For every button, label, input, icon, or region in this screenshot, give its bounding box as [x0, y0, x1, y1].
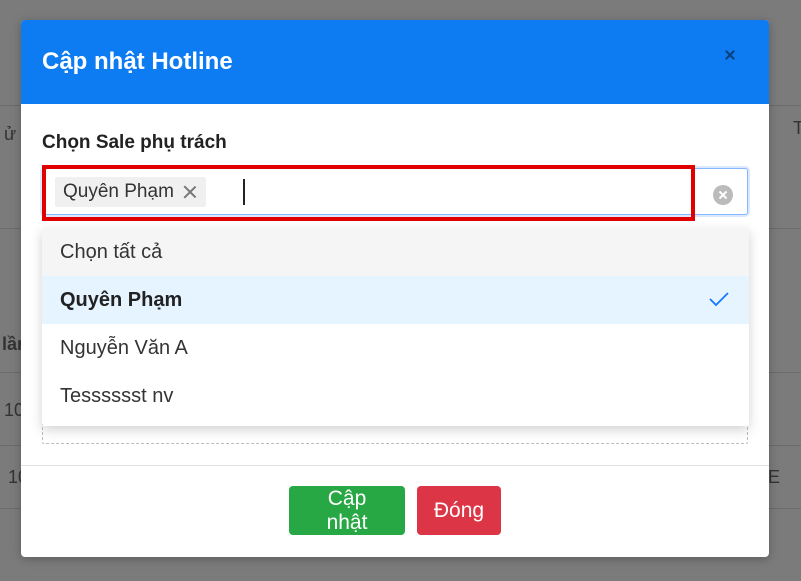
bg-text: T: [793, 118, 801, 138]
dropdown-option-quyen-pham[interactable]: Quyên Phạm: [42, 276, 749, 324]
close-icon[interactable]: [723, 48, 737, 62]
dropdown-option-tessssst-nv[interactable]: Tesssssst nv: [42, 372, 749, 420]
sale-select-input[interactable]: Quyên Phạm: [42, 168, 748, 215]
close-button[interactable]: Đóng: [417, 486, 501, 535]
check-icon: [709, 292, 729, 306]
selected-tag-label: Quyên Phạm: [63, 181, 174, 202]
remove-tag-icon[interactable]: [182, 184, 198, 200]
dropdown-option-select-all[interactable]: Chọn tất cả: [42, 228, 749, 276]
bg-text: E: [768, 467, 781, 487]
option-label: Quyên Phạm: [60, 288, 183, 311]
update-button[interactable]: Cập nhật: [289, 486, 405, 535]
dropdown-option-nguyen-van-a[interactable]: Nguyễn Văn A: [42, 324, 749, 372]
text-caret: [243, 179, 245, 205]
option-label: Nguyễn Văn A: [60, 336, 188, 359]
clear-icon[interactable]: [713, 185, 733, 205]
modal-title: Cập nhật Hotline: [42, 48, 233, 75]
option-label: Tesssssst nv: [60, 384, 174, 407]
update-hotline-modal: Cập nhật Hotline Chọn Sale phụ trách Quy…: [21, 20, 769, 557]
modal-header: Cập nhật Hotline: [21, 20, 769, 104]
modal-footer: Cập nhật Đóng: [21, 465, 769, 557]
sale-dropdown: Chọn tất cả Quyên Phạm Nguyễn Văn A Tess…: [42, 228, 749, 426]
option-label: Chọn tất cả: [60, 240, 163, 263]
selected-tag: Quyên Phạm: [55, 177, 206, 207]
sale-select-label: Chọn Sale phụ trách: [42, 132, 227, 153]
